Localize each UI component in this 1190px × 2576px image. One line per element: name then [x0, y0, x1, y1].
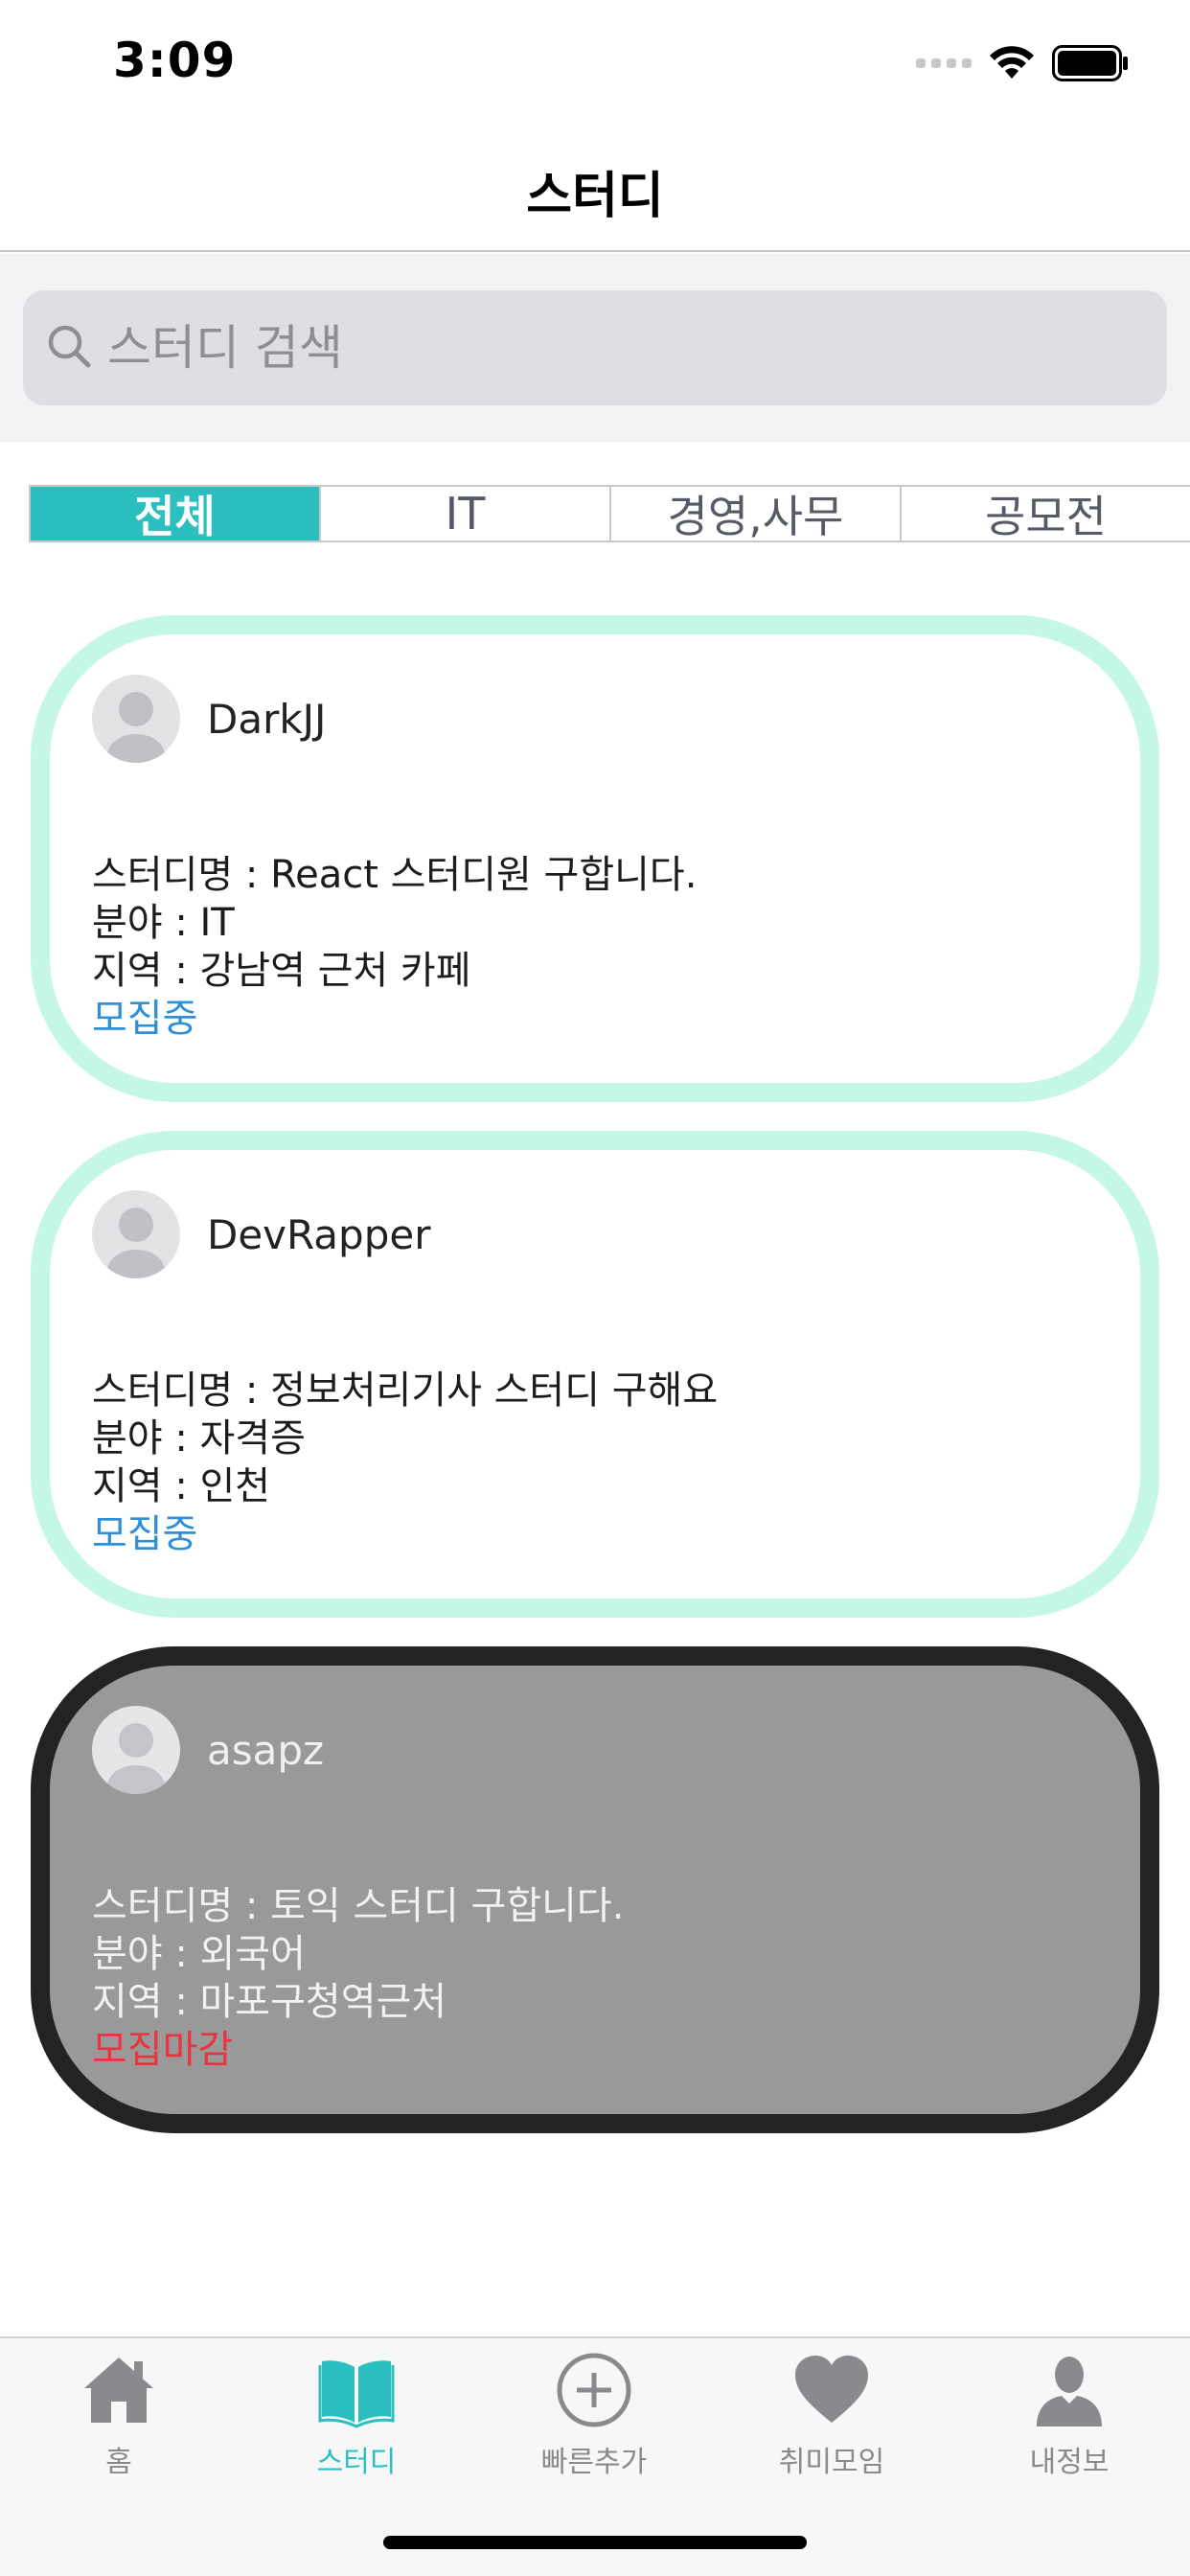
study-name: 스터디명 : 정보처리기사 스터디 구해요	[92, 1368, 719, 1413]
study-field: 분야 : IT	[92, 901, 235, 945]
study-card[interactable]: DarkJJ 스터디명 : React 스터디원 구합니다. 분야 : IT 지…	[31, 615, 1159, 1102]
heart-icon	[795, 2356, 868, 2423]
category-tabs: 전체 IT 경영,사무 공모전	[29, 485, 1190, 542]
home-indicator[interactable]	[383, 2536, 807, 2549]
person-icon	[1037, 2357, 1102, 2426]
status-bar: 3:09	[0, 0, 1190, 125]
tab-contest[interactable]: 공모전	[902, 487, 1190, 542]
study-info: 스터디명 : 토익 스터디 구합니다. 분야 : 외국어 지역 : 마포구청역근…	[92, 1882, 624, 2074]
tab-business[interactable]: 경영,사무	[611, 487, 902, 542]
study-location: 지역 : 강남역 근처 카페	[92, 949, 471, 993]
user-placeholder-icon	[107, 1723, 165, 1794]
tab-bar-label: 스터디	[316, 2446, 397, 2479]
tab-bar-label: 빠른추가	[540, 2446, 648, 2479]
wifi-icon	[990, 46, 1034, 79]
user-placeholder-icon	[107, 692, 165, 763]
study-card[interactable]: DevRapper 스터디명 : 정보처리기사 스터디 구해요 분야 : 자격증…	[31, 1131, 1159, 1618]
page-title: 스터디	[526, 168, 664, 225]
house-icon	[84, 2358, 153, 2423]
avatar	[92, 1190, 180, 1278]
search-icon	[48, 325, 91, 368]
study-field: 분야 : 자격증	[92, 1416, 306, 1460]
search-input[interactable]	[107, 315, 1142, 380]
tab-bar-home[interactable]: 홈	[0, 2350, 238, 2494]
study-username: DevRapper	[207, 1211, 431, 1258]
study-card-closed[interactable]: asapz 스터디명 : 토익 스터디 구합니다. 분야 : 외국어 지역 : …	[31, 1646, 1159, 2133]
study-location: 지역 : 마포구청역근처	[92, 1980, 447, 2024]
tab-bar-label: 취미모임	[778, 2446, 885, 2479]
study-name: 스터디명 : React 스터디원 구합니다.	[92, 853, 698, 897]
navigation-bar: 스터디	[0, 125, 1190, 252]
tab-bar-label: 내정보	[1029, 2446, 1110, 2479]
book-icon	[318, 2360, 395, 2428]
tab-it[interactable]: IT	[321, 487, 611, 540]
battery-icon	[1052, 45, 1128, 81]
study-location: 지역 : 인천	[92, 1464, 271, 1508]
study-name: 스터디명 : 토익 스터디 구합니다.	[92, 1884, 625, 1928]
status-icons	[916, 44, 1129, 82]
study-info: 스터디명 : React 스터디원 구합니다. 분야 : IT 지역 : 강남역…	[92, 851, 697, 1043]
search-area	[0, 254, 1190, 442]
study-field: 분야 : 외국어	[92, 1932, 306, 1976]
recruit-status: 모집중	[92, 1512, 198, 1556]
user-placeholder-icon	[107, 1208, 165, 1278]
study-username: asapz	[207, 1727, 325, 1774]
plus-circle-icon	[557, 2353, 631, 2427]
avatar	[92, 675, 180, 763]
avatar	[92, 1706, 180, 1794]
cellular-signal-icon	[916, 58, 972, 68]
tab-all[interactable]: 전체	[31, 487, 321, 542]
tab-bar-label: 홈	[105, 2446, 132, 2479]
status-time: 3:09	[113, 33, 237, 88]
tab-bar-quick-add[interactable]: 빠른추가	[475, 2350, 713, 2494]
recruit-status: 모집중	[92, 997, 198, 1041]
tab-bar-hobby[interactable]: 취미모임	[713, 2350, 950, 2494]
search-box[interactable]	[23, 290, 1167, 405]
recruit-status: 모집마감	[92, 2028, 234, 2072]
study-username: DarkJJ	[207, 696, 327, 743]
tab-bar-profile[interactable]: 내정보	[950, 2350, 1188, 2494]
study-info: 스터디명 : 정보처리기사 스터디 구해요 분야 : 자격증 지역 : 인천 모…	[92, 1367, 718, 1558]
tab-bar-study[interactable]: 스터디	[238, 2350, 475, 2494]
